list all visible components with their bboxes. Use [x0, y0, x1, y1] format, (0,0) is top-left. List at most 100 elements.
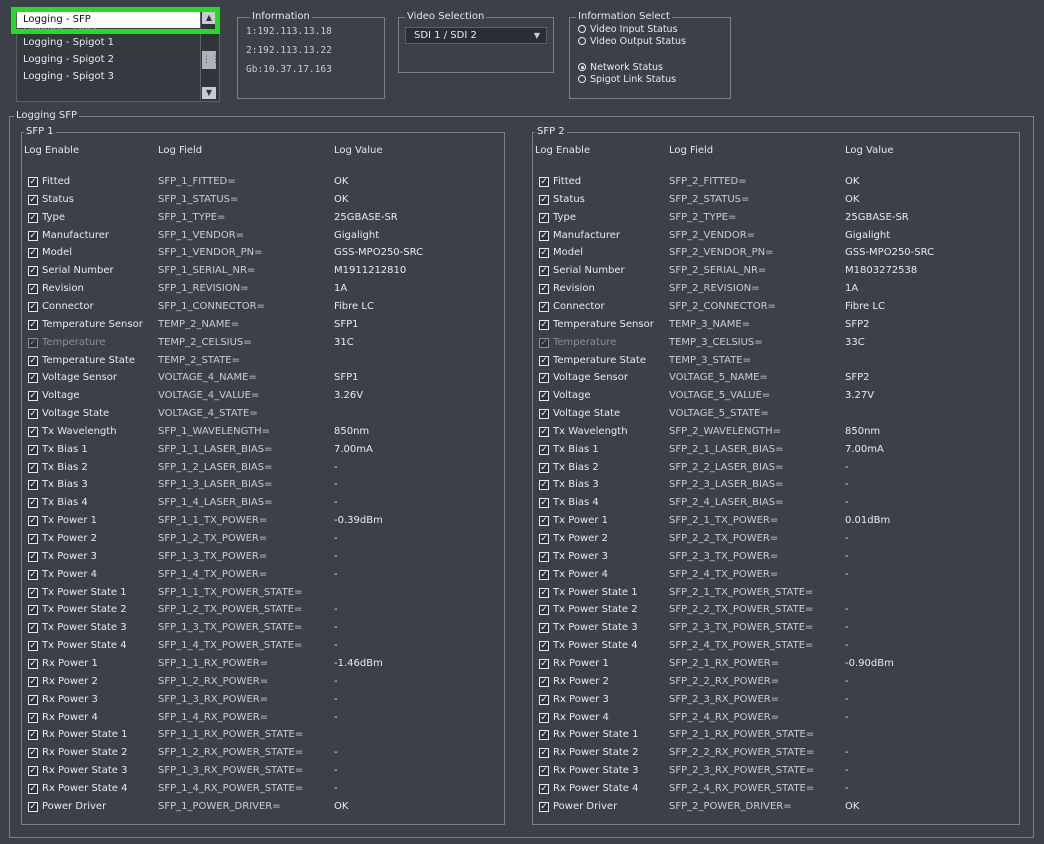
log-enable-checkbox[interactable]: ✓	[28, 355, 38, 366]
log-enable-checkbox[interactable]: ✓	[539, 712, 549, 723]
log-enable-checkbox[interactable]: ✓	[539, 605, 549, 616]
log-enable-checkbox[interactable]: ✓	[539, 266, 549, 277]
log-enable-checkbox[interactable]: ✓	[28, 498, 38, 509]
scroll-up-icon[interactable]: ▲	[202, 12, 216, 24]
log-enable-checkbox[interactable]: ✓	[28, 551, 38, 562]
log-enable-checkbox[interactable]: ✓	[28, 730, 38, 741]
log-enable-checkbox[interactable]: ✓	[539, 480, 549, 491]
log-enable-checkbox[interactable]: ✓	[28, 212, 38, 223]
log-field: TEMP_2_NAME=	[158, 318, 240, 330]
log-enable-checkbox[interactable]: ✓	[28, 766, 38, 777]
log-enable-checkbox[interactable]: ✓	[28, 641, 38, 652]
scroll-down-icon[interactable]: ▼	[202, 87, 216, 99]
log-enable-checkbox[interactable]: ✓	[28, 783, 38, 794]
log-enable-label: Temperature Sensor	[553, 318, 654, 330]
scroll-thumb[interactable]: ⋮⋮	[202, 51, 220, 69]
log-enable-label: Tx Power State 4	[42, 640, 127, 652]
log-enable-checkbox[interactable]: ✓	[539, 587, 549, 598]
log-enable-checkbox[interactable]: ✓	[539, 355, 549, 366]
log-enable-checkbox[interactable]: ✓	[539, 748, 549, 759]
log-enable-checkbox[interactable]: ✓	[539, 730, 549, 741]
log-enable-checkbox[interactable]: ✓	[539, 498, 549, 509]
log-enable-checkbox[interactable]: ✓	[28, 266, 38, 277]
log-enable-checkbox[interactable]: ✓	[539, 516, 549, 527]
log-enable-checkbox[interactable]: ✓	[28, 676, 38, 687]
list-item[interactable]: Logging - Spigot 3	[17, 68, 219, 85]
log-enable-checkbox[interactable]: ✓	[28, 301, 38, 312]
log-enable-label: Tx Bias 3	[553, 479, 599, 491]
log-enable-checkbox[interactable]: ✓	[539, 301, 549, 312]
log-enable-checkbox[interactable]: ✓	[28, 194, 38, 205]
log-enable-checkbox[interactable]: ✓	[28, 658, 38, 669]
table-row: ✓ Rx Power 3 SFP_2_3_RX_POWER= -	[533, 691, 1019, 708]
log-enable-checkbox[interactable]: ✓	[539, 551, 549, 562]
log-value: -0.90dBm	[845, 657, 894, 669]
table-row: ✓ Voltage VOLTAGE_4_VALUE= 3.26V	[22, 387, 504, 404]
video-selection-dropdown[interactable]: SDI 1 / SDI 2 ▼	[405, 27, 547, 44]
log-enable-checkbox[interactable]: ✓	[28, 230, 38, 241]
radio-spigot-link-status[interactable]: Spigot Link Status	[570, 73, 686, 85]
log-enable-checkbox[interactable]: ✓	[28, 712, 38, 723]
log-enable-checkbox[interactable]: ✓	[28, 801, 38, 812]
table-row: ✓ Status SFP_2_STATUS= OK	[533, 191, 1019, 208]
log-enable-checkbox[interactable]: ✓	[28, 319, 38, 330]
log-enable-checkbox[interactable]: ✓	[539, 569, 549, 580]
log-enable-checkbox[interactable]: ✓	[539, 623, 549, 634]
log-enable-checkbox[interactable]: ✓	[28, 248, 38, 259]
log-enable-checkbox[interactable]: ✓	[28, 623, 38, 634]
log-enable-checkbox[interactable]: ✓	[539, 658, 549, 669]
log-enable-checkbox[interactable]: ✓	[28, 426, 38, 437]
list-scrollbar[interactable]: ▲ ⋮⋮ ▼	[200, 11, 220, 100]
log-enable-checkbox[interactable]: ✓	[539, 373, 549, 384]
log-enable-checkbox[interactable]: ✓	[539, 409, 549, 420]
log-enable-checkbox[interactable]: ✓	[28, 569, 38, 580]
list-item[interactable]: Logging - SFP	[17, 11, 219, 28]
list-item[interactable]: Logging - Spigot 1	[17, 34, 219, 51]
log-enable-checkbox[interactable]: ✓	[539, 534, 549, 544]
list-item[interactable]: Logging - Spigot 2	[17, 51, 219, 68]
log-field: SFP_2_3_TX_POWER=	[669, 550, 779, 562]
log-enable-checkbox[interactable]: ✓	[28, 373, 38, 384]
log-enable-checkbox[interactable]: ✓	[539, 194, 549, 205]
table-row: ✓ Tx Power 2 SFP_1_2_TX_POWER= -	[22, 530, 504, 547]
log-enable-checkbox[interactable]: ✓	[539, 426, 549, 437]
log-enable-checkbox[interactable]: ✓	[28, 516, 38, 527]
log-enable-checkbox[interactable]: ✓	[539, 444, 549, 455]
log-enable-checkbox[interactable]: ✓	[539, 676, 549, 687]
log-enable-checkbox[interactable]: ✓	[539, 766, 549, 777]
log-field: TEMP_3_NAME=	[669, 318, 751, 330]
log-value: -	[845, 604, 849, 616]
log-enable-checkbox[interactable]: ✓	[539, 177, 549, 187]
log-enable-checkbox[interactable]: ✓	[28, 748, 38, 759]
log-enable-checkbox[interactable]: ✓	[539, 462, 549, 473]
log-enable-checkbox[interactable]: ✓	[539, 783, 549, 794]
log-enable-checkbox[interactable]: ✓	[539, 212, 549, 223]
spigot-list[interactable]: Logging - SFP Logging - Fpga Logging - S…	[16, 10, 220, 102]
log-enable-checkbox[interactable]: ✓	[539, 284, 549, 295]
log-enable-checkbox[interactable]: ✓	[28, 409, 38, 420]
log-value: -	[845, 675, 849, 687]
log-field: SFP_2_1_TX_POWER_STATE=	[669, 586, 814, 598]
log-enable-checkbox[interactable]: ✓	[28, 534, 38, 544]
log-enable-checkbox[interactable]: ✓	[539, 694, 549, 705]
log-enable-checkbox[interactable]: ✓	[539, 248, 549, 259]
log-enable-checkbox[interactable]: ✓	[28, 480, 38, 491]
log-enable-checkbox[interactable]: ✓	[28, 587, 38, 598]
radio-video-input-status[interactable]: Video Input Status	[570, 23, 686, 35]
header-log-field: Log Field	[158, 145, 203, 156]
log-enable-checkbox[interactable]: ✓	[28, 284, 38, 295]
log-field: SFP_2_3_RX_POWER_STATE=	[669, 765, 815, 777]
log-enable-checkbox[interactable]: ✓	[28, 462, 38, 473]
log-enable-checkbox[interactable]: ✓	[539, 230, 549, 241]
log-enable-checkbox[interactable]: ✓	[539, 801, 549, 812]
log-enable-checkbox[interactable]: ✓	[539, 391, 549, 402]
log-enable-checkbox[interactable]: ✓	[539, 641, 549, 652]
log-enable-checkbox[interactable]: ✓	[28, 694, 38, 705]
radio-video-output-status[interactable]: Video Output Status	[570, 35, 686, 47]
log-enable-checkbox[interactable]: ✓	[28, 605, 38, 616]
log-enable-checkbox[interactable]: ✓	[28, 391, 38, 402]
radio-network-status[interactable]: Network Status	[570, 61, 686, 73]
log-enable-checkbox[interactable]: ✓	[28, 177, 38, 187]
log-enable-checkbox[interactable]: ✓	[28, 444, 38, 455]
log-enable-checkbox[interactable]: ✓	[539, 319, 549, 330]
